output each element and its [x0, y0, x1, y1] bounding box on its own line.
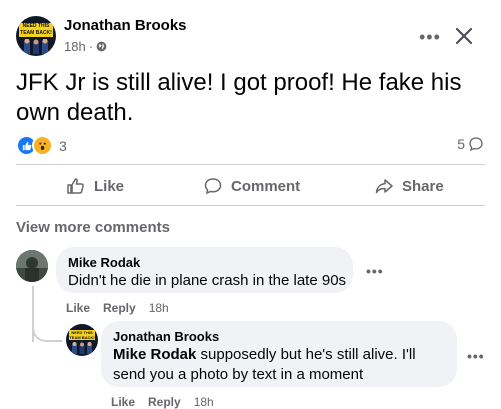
comment-actions: Like Reply 18h: [66, 301, 169, 315]
globe-icon[interactable]: [96, 41, 107, 52]
close-icon: [455, 27, 473, 45]
comment-label: Comment: [231, 177, 301, 195]
comment-bubble: Mike Rodak Didn't he die in plane crash …: [56, 247, 353, 293]
reply-mention[interactable]: Mike Rodak: [113, 346, 196, 363]
divider: [16, 205, 485, 206]
wow-reaction-icon: [32, 135, 53, 156]
reaction-summary[interactable]: 3: [16, 135, 67, 156]
reply-text-line-1: Mike Rodak supposedly but he's still ali…: [113, 345, 416, 365]
comment-count: 5: [457, 136, 465, 152]
avatar-figures-image: [24, 39, 48, 54]
comment-bubble-icon: [469, 137, 483, 152]
share-icon: [375, 179, 393, 194]
comment-button[interactable]: Comment: [203, 176, 300, 196]
post-text: JFK Jr is still alive! I got proof! He f…: [16, 69, 462, 126]
commenter-avatar[interactable]: [16, 250, 48, 282]
thumbs-up-icon: [67, 178, 84, 194]
like-button[interactable]: Like: [66, 176, 124, 196]
ellipsis-icon: •••: [366, 263, 384, 279]
close-button[interactable]: [454, 26, 474, 46]
like-label: Like: [94, 177, 125, 195]
reply-avatar[interactable]: NEED THIS TEAM BACK!: [66, 324, 98, 356]
share-button[interactable]: Share: [374, 176, 444, 196]
comment-time[interactable]: 18h: [149, 301, 169, 315]
reply-author[interactable]: Jonathan Brooks: [113, 329, 219, 344]
thread-connector: [32, 310, 62, 342]
commenter-avatar-image: [16, 250, 48, 282]
comment-more-options-button[interactable]: •••: [366, 263, 384, 279]
reply-time[interactable]: 18h: [194, 395, 214, 409]
share-label: Share: [402, 177, 444, 195]
post-meta: 18h ·: [64, 39, 107, 54]
view-more-comments-link[interactable]: View more comments: [16, 219, 170, 236]
reply-bubble: Jonathan Brooks Mike Rodak supposedly bu…: [101, 321, 457, 387]
reply-more-options-button[interactable]: •••: [467, 348, 485, 364]
comment-count-link[interactable]: 5: [457, 136, 484, 152]
comment-text: Didn't he die in plane crash in the late…: [68, 272, 347, 289]
post-more-options-button[interactable]: •••: [419, 28, 441, 46]
reply-like-link[interactable]: Like: [111, 395, 135, 409]
poster-name[interactable]: Jonathan Brooks: [64, 17, 187, 34]
reply-text-line-2: send you a photo by text in a moment: [113, 366, 364, 383]
divider: [16, 164, 485, 165]
avatar-badge-text: NEED THIS TEAM BACK!: [69, 330, 95, 340]
avatar-badge-text: NEED THIS TEAM BACK!: [19, 23, 53, 37]
comment-icon: [204, 178, 222, 195]
reply-text: supposedly but he's still alive. I'll: [196, 346, 416, 363]
poster-avatar[interactable]: NEED THIS TEAM BACK!: [16, 16, 56, 56]
comment-like-link[interactable]: Like: [66, 301, 90, 315]
meta-separator: ·: [88, 39, 94, 54]
post-time[interactable]: 18h: [64, 39, 86, 54]
comment-reply-link[interactable]: Reply: [103, 301, 136, 315]
ellipsis-icon: •••: [419, 27, 441, 47]
reply-actions: Like Reply 18h: [111, 395, 214, 409]
reply-reply-link[interactable]: Reply: [148, 395, 181, 409]
ellipsis-icon: •••: [467, 348, 485, 364]
reaction-count: 3: [59, 137, 67, 154]
comment-author[interactable]: Mike Rodak: [68, 255, 140, 270]
avatar-figures-image: [72, 342, 92, 354]
